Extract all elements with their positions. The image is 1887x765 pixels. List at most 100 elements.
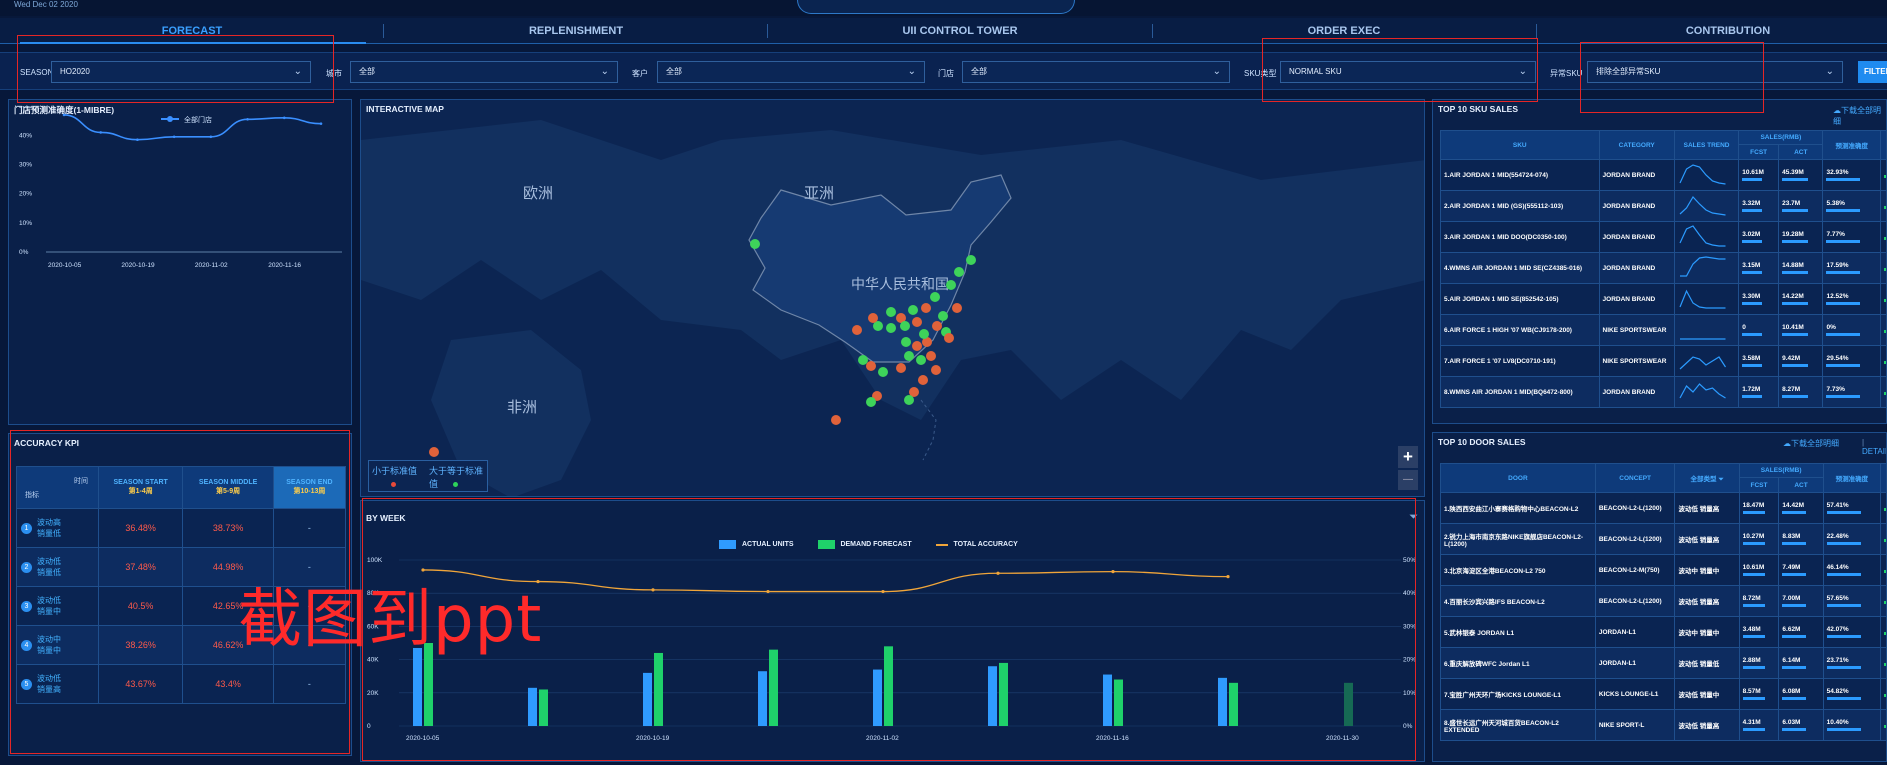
top-door-panel: TOP 10 DOOR SALES ☁下载全部明细 | DETAIL DOOR … [1432,432,1887,762]
y-tick-label: 10% [19,220,32,227]
sku-type-select[interactable]: NORMAL SKU ⌄ [1280,61,1536,83]
legend-above-label: 大于等于标准值 [429,466,484,489]
type-header[interactable]: 全部类型 ⏷ [1674,463,1740,493]
accuracy-point [62,113,66,117]
filter-icon: ⏷ [1718,475,1724,483]
store-accuracy-chart: 全部门店0%10%20%30%40%50%60%2020-10-052020-1… [19,106,342,269]
legend-below-dot [391,482,396,487]
door-act: 6.03M [1778,709,1824,741]
tab-order-exec[interactable]: ORDER EXEC [1212,18,1476,44]
zoom-in-button[interactable]: + [1398,446,1418,468]
chevron-down-icon: ⌄ [1212,66,1221,77]
act-value: 8.27M [1782,386,1801,393]
download-label: 下载全部明细 [1791,439,1839,448]
accuracy-point [651,588,655,592]
fcst-value: 0 [1742,324,1746,331]
table-row[interactable]: 2.锐力上海市南京东路NIKE旗舰店BEACON-L2-L(1200) BEACO… [1440,523,1886,555]
accuracy-bar [1826,209,1861,212]
accuracy-point [209,135,213,139]
table-row[interactable]: 4.百丽长沙宾兴路IFS BEACON-L2 BEACON-L2-L(1200) 波… [1440,585,1886,617]
tab-divider [383,24,384,38]
map-title: INTERACTIVE MAP [366,104,444,114]
sales-trend-sparkline [1679,196,1726,216]
fcst-value: 3.48M [1742,626,1761,633]
sku-extra [1880,221,1886,253]
act-value: 6.08M [1782,688,1801,695]
table-row[interactable]: 6.AIR FORCE 1 HIGH '07 WB(CJ9178-200) NIK… [1440,314,1886,346]
china-label: 中华人民共和国 [851,276,949,292]
sku-name: 6.AIR FORCE 1 HIGH '07 WB(CJ9178-200) [1440,314,1600,346]
abnormal-sku-select[interactable]: 排除全部异常SKU ⌄ [1587,61,1843,83]
customer-select[interactable]: 全部 ⌄ [657,61,925,83]
extra-header: 环 [1880,463,1886,493]
x-tick-label: 2020-10-05 [406,735,440,742]
tab-contribution[interactable]: CONTRIBUTION [1596,18,1860,44]
table-row[interactable]: 3.AIR JORDAN 1 MID DOO(DC0350-100) JORDAN… [1440,221,1886,253]
table-row[interactable]: 1.AIR JORDAN 1 MID(554724-074) JORDAN BRA… [1440,159,1886,191]
tab-control-tower[interactable]: UII CONTROL TOWER [828,18,1092,44]
accuracy-point [319,122,323,125]
act-bar [1782,240,1809,243]
table-row[interactable]: 8.盛世长运广州天河城百货BEACON-L2 EXTENDED NIKE SPOR… [1440,709,1886,741]
tab-replenishment[interactable]: REPLENISHMENT [444,18,708,44]
accuracy-value: 17.59% [1826,262,1849,269]
door-extra [1880,709,1886,741]
download-link[interactable]: ☁下载全部明细 [1783,438,1839,449]
door-concept: JORDAN-L1 [1594,647,1676,679]
store-select[interactable]: 全部 ⌄ [962,61,1230,83]
door-extra [1880,585,1886,617]
row-label-text: 波动低 销量高 [37,674,61,694]
sales-trend-sparkline [1679,356,1726,370]
filter-button[interactable]: FILTER [1858,61,1887,83]
door-name: 3.北京海淀区全港BEACON-L2 750 [1440,554,1596,586]
act-value: 45.39M [1782,169,1804,176]
table-row[interactable]: 1.陕西西安曲江小寨赛格购物中心BEACON-L2 BEACON-L2-L(120… [1440,492,1886,524]
tab-divider [1536,24,1537,38]
table-row[interactable]: 7.宝胜广州天环广场KICKS LOUNGE-L1 KICKS LOUNGE-L1… [1440,678,1886,710]
table-row[interactable]: 2.AIR JORDAN 1 MID (GS)(555112-103) JORDA… [1440,190,1886,222]
map-canvas[interactable] [361,100,1425,497]
y-tick-label: 30% [19,162,32,169]
detail-link[interactable]: | DETAIL [1862,438,1886,456]
kpi-col-header: SEASON MIDDLE 第5-9周 [182,466,274,509]
table-row[interactable]: 5.武林银泰 JORDAN L1 JORDAN-L1 波动中 销量中 3.48M 6.6… [1440,616,1886,648]
table-row[interactable]: 3.北京海淀区全港BEACON-L2 750 BEACON-L2-M(750) 波动… [1440,554,1886,586]
door-extra [1880,523,1886,555]
act-value: 19.28M [1782,231,1804,238]
y-tick-label: 0 [367,723,371,730]
season-select[interactable]: HO2020 ⌄ [51,61,311,83]
row-number: 3 [21,600,32,612]
zoom-out-button[interactable]: — [1398,470,1418,490]
row-label-text: 波动低 销量中 [37,596,61,616]
sparkline-path [1679,164,1726,185]
accuracy-bar [1826,178,1861,181]
chevron-down-icon: ⌄ [907,66,916,77]
table-row[interactable]: 4.WMNS AIR JORDAN 1 MID SE(CZ4385-016) JO… [1440,252,1886,284]
door-type: 波动低 销量高 [1674,523,1740,555]
row-number: 1 [21,522,32,534]
chevron-down-icon: ⌄ [293,66,302,77]
act-bar [1782,302,1809,305]
accuracy-bar [1826,697,1861,700]
table-row[interactable]: 7.AIR FORCE 1 '07 LV8(DC0710-191) NIKE SP… [1440,345,1886,377]
city-label: 城市 [326,69,342,78]
sku-trend-cell [1673,159,1740,191]
door-concept: JORDAN-L1 [1594,616,1676,648]
table-row[interactable]: 8.WMNS AIR JORDAN 1 MID(BQ6472-800) JORDA… [1440,376,1886,408]
door-name: 1.陕西西安曲江小寨赛格购物中心BEACON-L2 [1440,492,1596,524]
tab-divider [1152,24,1153,38]
door-act: 14.42M [1778,492,1824,524]
city-select[interactable]: 全部 ⌄ [350,61,618,83]
accuracy-point [881,589,885,594]
x-tick-label: 2020-10-19 [121,262,155,269]
kpi-row-label: 1 波动高 销量低 [16,508,99,548]
sku-name: 3.AIR JORDAN 1 MID DOO(DC0350-100) [1440,221,1600,253]
actual-bar [528,687,537,726]
tab-forecast[interactable]: FORECAST [60,18,324,44]
row-label-text: 波动高 销量低 [37,518,61,538]
door-type: 波动低 销量高 [1674,709,1740,741]
sales-trend-sparkline [1679,338,1726,340]
download-link[interactable]: ☁下载全部明细 [1833,105,1886,127]
table-row[interactable]: 5.AIR JORDAN 1 MID SE(852542-105) JORDAN … [1440,283,1886,315]
table-row[interactable]: 6.重庆解放碑WFC Jordan L1 JORDAN-L1 波动低 销量低 2.88… [1440,647,1886,679]
